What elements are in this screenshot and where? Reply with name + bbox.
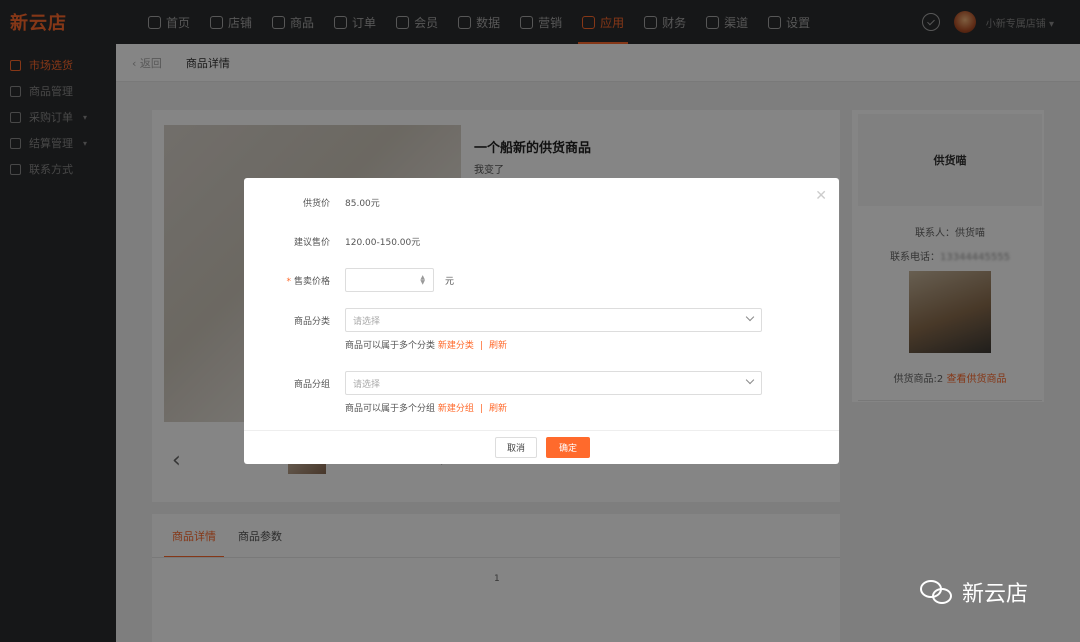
group-hint: 商品可以属于多个分组 新建分组 | 刷新 <box>345 404 507 414</box>
sale-price-input[interactable]: ▲ ▼ <box>345 268 434 292</box>
group-label: 商品分组 <box>293 379 330 390</box>
category-hint: 商品可以属于多个分类 新建分类 | 刷新 <box>345 341 507 351</box>
category-select[interactable]: 请选择 <box>345 308 762 332</box>
watermark-text: 新云店 <box>962 582 1029 607</box>
refresh-group-link[interactable]: 刷新 <box>489 404 507 414</box>
supply-price-label: 供货价 <box>302 199 330 209</box>
sale-price-row: * 售卖价格 ▲ ▼ 元 <box>244 268 839 292</box>
suggest-price-row: 建议售价 120.00-150.00元 <box>244 235 839 248</box>
stepper-arrows-icon[interactable]: ▲ ▼ <box>420 275 425 286</box>
pricing-modal: ✕ 供货价 85.00元 建议售价 120.00-150.00元 * 售卖价格 ▲… <box>244 178 839 464</box>
supply-price-value: 85.00元 <box>345 199 380 209</box>
group-select[interactable]: 请选择 <box>345 371 762 395</box>
wechat-icon <box>920 578 954 606</box>
confirm-button[interactable]: 确定 <box>546 437 590 458</box>
sale-price-unit: 元 <box>445 276 455 287</box>
refresh-category-link[interactable]: 刷新 <box>489 341 507 351</box>
sale-price-label: * 售卖价格 <box>286 276 330 287</box>
group-row: 商品分组 请选择 <box>244 371 839 395</box>
suggest-price-value: 120.00-150.00元 <box>345 238 421 248</box>
watermark: 新云店 <box>920 576 1028 608</box>
chevron-down-icon <box>745 375 755 385</box>
new-category-link[interactable]: 新建分类 <box>438 341 474 351</box>
supply-price-row: 供货价 85.00元 <box>244 196 839 209</box>
new-group-link[interactable]: 新建分组 <box>438 404 474 414</box>
suggest-price-label: 建议售价 <box>293 238 330 248</box>
chevron-down-icon <box>745 312 755 322</box>
category-row: 商品分类 请选择 <box>244 308 839 332</box>
modal-footer-divider <box>244 430 839 431</box>
cancel-button[interactable]: 取消 <box>495 437 537 458</box>
category-label: 商品分类 <box>293 316 330 327</box>
